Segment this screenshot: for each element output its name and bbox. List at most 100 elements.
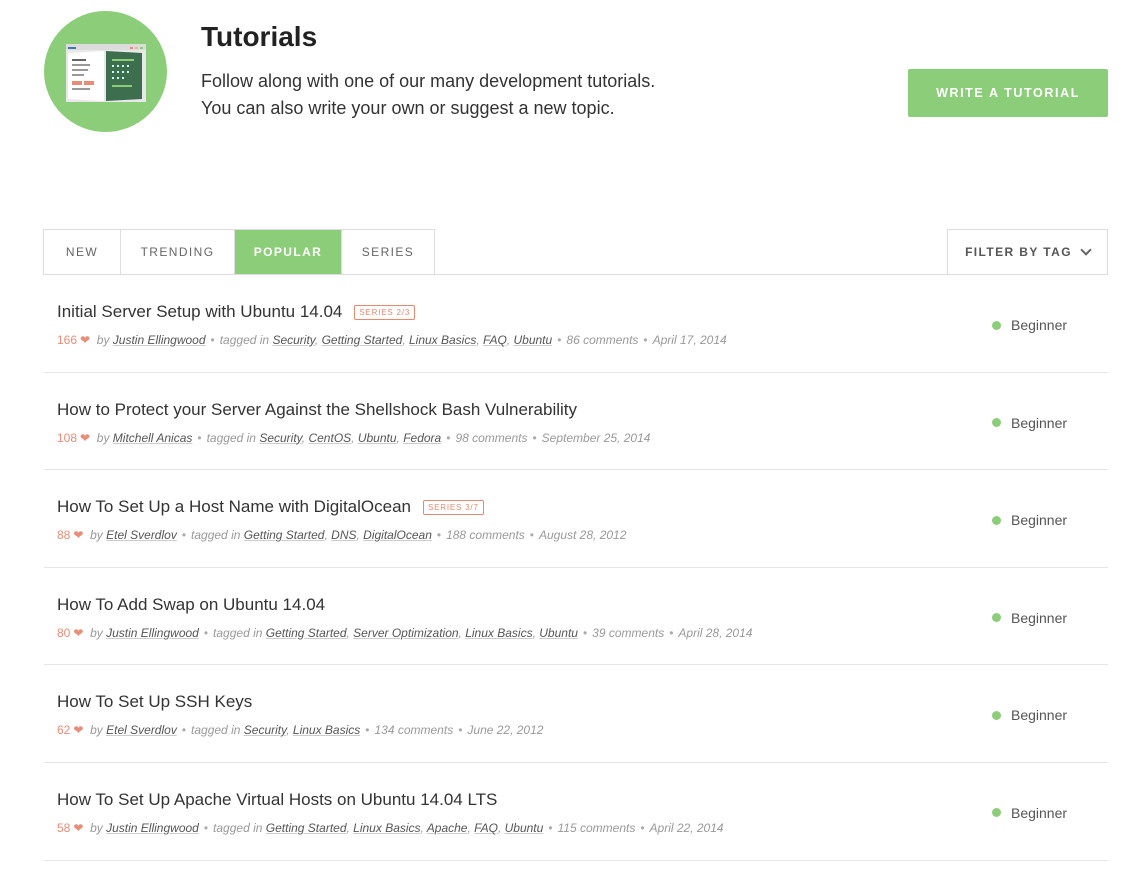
heart-icon[interactable]: ❤: [73, 723, 83, 737]
likes-count: 88: [57, 528, 71, 543]
tutorial-row: How To Set Up SSH Keys 62 ❤ by Etel Sverdl…: [44, 665, 1108, 763]
description-line-1: Follow along with one of our many develo…: [201, 71, 656, 91]
tutorial-meta: 80 ❤ by Justin Ellingwood • tagged in Getti…: [57, 626, 752, 640]
tag-link[interactable]: Security: [259, 431, 301, 445]
comments-count[interactable]: 134 comments: [374, 723, 453, 737]
heart-icon[interactable]: ❤: [73, 528, 83, 542]
tag-link[interactable]: DNS: [331, 528, 356, 542]
tag-link[interactable]: Server Optimization: [353, 626, 458, 640]
meta-separator: •: [557, 333, 562, 347]
meta-separator: •: [365, 723, 370, 738]
author-link[interactable]: Justin Ellingwood: [113, 333, 206, 347]
difficulty-level: Beginner: [992, 512, 1067, 528]
author-link[interactable]: Etel Sverdlov: [106, 723, 177, 737]
chevron-down-icon: [1080, 243, 1092, 256]
tag-link[interactable]: Getting Started: [244, 528, 325, 542]
tab-trending[interactable]: TRENDING: [121, 230, 235, 274]
level-dot-icon: [992, 613, 1001, 623]
tab-popular[interactable]: POPULAR: [235, 230, 342, 274]
book-icon: [66, 44, 146, 102]
level-dot-icon: [992, 320, 1001, 330]
comments-count[interactable]: 98 comments: [455, 431, 527, 445]
publish-date: June 22, 2012: [467, 723, 544, 738]
tagged-in-label: tagged in: [213, 625, 263, 640]
heart-icon[interactable]: ❤: [73, 626, 83, 640]
filter-by-tag-dropdown[interactable]: FILTER BY TAG: [947, 229, 1108, 275]
by-label: by: [90, 528, 103, 543]
tutorial-list: Initial Server Setup with Ubuntu 14.04 SE…: [44, 275, 1108, 861]
level-dot-icon: [992, 418, 1001, 428]
comments-count[interactable]: 39 comments: [592, 626, 664, 640]
tag-link[interactable]: FAQ: [483, 333, 507, 347]
tag-link[interactable]: Ubuntu: [358, 431, 397, 445]
tutorial-title-link[interactable]: How To Set Up a Host Name with DigitalOc…: [57, 497, 411, 517]
tab-new[interactable]: NEW: [44, 230, 121, 274]
tag-link[interactable]: Fedora: [403, 431, 441, 445]
author-link[interactable]: Justin Ellingwood: [106, 821, 199, 835]
tutorial-title-link[interactable]: How To Set Up SSH Keys: [57, 692, 252, 712]
tag-link[interactable]: Ubuntu: [539, 626, 578, 640]
author-link[interactable]: Etel Sverdlov: [106, 528, 177, 542]
meta-separator: •: [197, 430, 202, 445]
author-link[interactable]: Mitchell Anicas: [113, 431, 193, 445]
tutorial-title-link[interactable]: How To Set Up Apache Virtual Hosts on Ub…: [57, 790, 497, 810]
meta-separator: •: [436, 528, 442, 543]
author-link[interactable]: Justin Ellingwood: [106, 626, 199, 640]
level-dot-icon: [992, 710, 1001, 720]
tutorial-row: How To Set Up a Host Name with DigitalOc…: [44, 470, 1108, 568]
comments-count[interactable]: 86 comments: [566, 333, 638, 347]
tag-link[interactable]: Linux Basics: [409, 333, 476, 347]
difficulty-level: Beginner: [992, 415, 1067, 431]
likes-count: 166: [57, 333, 78, 347]
tag-link[interactable]: Ubuntu: [505, 821, 544, 835]
difficulty-level: Beginner: [992, 707, 1067, 723]
series-badge[interactable]: SERIES 3/7: [423, 499, 484, 515]
tutorial-row: How to Protect your Server Against the S…: [44, 373, 1108, 471]
meta-separator: •: [532, 430, 537, 445]
tutorial-title-link[interactable]: How to Protect your Server Against the S…: [57, 400, 577, 420]
tag-link[interactable]: Security: [244, 723, 286, 737]
by-label: by: [96, 333, 110, 347]
publish-date: April 17, 2014: [652, 333, 727, 347]
tutorials-hero-icon: [44, 11, 167, 132]
tag-link[interactable]: DigitalOcean: [363, 528, 432, 542]
by-label: by: [90, 625, 103, 640]
tag-link[interactable]: Getting Started: [266, 626, 347, 640]
series-badge[interactable]: SERIES 2/3: [354, 304, 416, 320]
tutorial-meta: 88 ❤ by Etel Sverdlov • tagged in Getting S…: [57, 528, 626, 542]
publish-date: September 25, 2014: [541, 430, 651, 445]
tag-link[interactable]: Security: [272, 333, 314, 347]
tagged-in-label: tagged in: [219, 333, 270, 347]
tag-link[interactable]: Linux Basics: [293, 723, 360, 737]
tag-link[interactable]: Apache: [427, 821, 468, 835]
by-label: by: [90, 820, 103, 835]
comments-count[interactable]: 115 comments: [558, 821, 636, 835]
comments-count[interactable]: 188 comments: [446, 528, 525, 542]
heart-icon[interactable]: ❤: [73, 821, 83, 835]
level-label: Beginner: [1011, 512, 1068, 529]
tutorial-title-link[interactable]: Initial Server Setup with Ubuntu 14.04: [57, 302, 342, 322]
tag-separator: ,: [351, 430, 358, 445]
heart-icon[interactable]: ❤: [80, 333, 90, 347]
tag-link[interactable]: CentOS: [308, 431, 351, 445]
difficulty-level: Beginner: [992, 317, 1067, 333]
tag-link[interactable]: Linux Basics: [465, 626, 532, 640]
write-tutorial-button[interactable]: WRITE A TUTORIAL: [908, 69, 1108, 117]
tag-link[interactable]: Getting Started: [266, 821, 347, 835]
tag-link[interactable]: Linux Basics: [353, 821, 420, 835]
tab-series[interactable]: SERIES: [342, 230, 434, 274]
tutorial-title-link[interactable]: How To Add Swap on Ubuntu 14.04: [57, 595, 325, 615]
meta-separator: •: [640, 820, 645, 835]
meta-separator: •: [210, 333, 215, 347]
tag-link[interactable]: FAQ: [474, 821, 498, 835]
tag-separator: ,: [497, 820, 505, 835]
heart-icon[interactable]: ❤: [80, 431, 90, 445]
tagged-in-label: tagged in: [191, 723, 241, 738]
tag-link[interactable]: Ubuntu: [513, 333, 552, 347]
tutorial-row: How To Add Swap on Ubuntu 14.04 80 ❤ by Ju…: [44, 568, 1108, 666]
tag-link[interactable]: Getting Started: [322, 333, 403, 347]
publish-date: April 28, 2014: [678, 625, 753, 640]
level-dot-icon: [992, 515, 1001, 525]
tutorial-meta: 166 ❤ by Justin Ellingwood • tagged in Secu…: [57, 333, 727, 347]
meta-separator: •: [446, 430, 451, 445]
